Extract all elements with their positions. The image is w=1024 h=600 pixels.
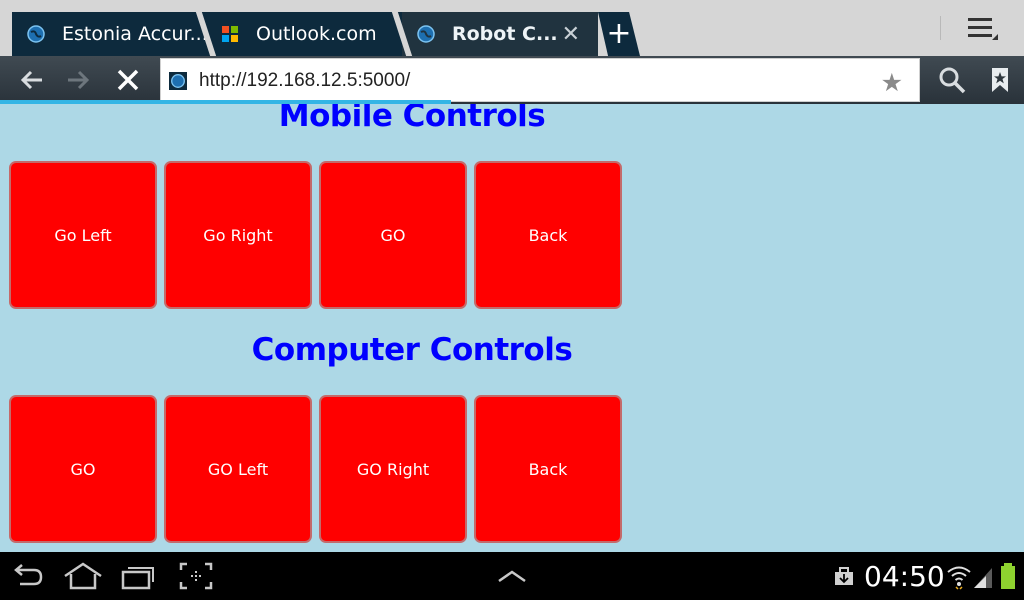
recent-apps-icon[interactable] xyxy=(120,562,158,590)
globe-icon xyxy=(169,72,187,90)
notification-icon[interactable] xyxy=(832,562,856,590)
home-icon[interactable] xyxy=(62,562,104,590)
search-icon[interactable] xyxy=(938,66,966,94)
stop-icon[interactable] xyxy=(114,66,142,94)
screenshot-icon[interactable] xyxy=(178,562,214,590)
tab-label: Outlook.com xyxy=(256,23,377,45)
up-chevron-icon[interactable] xyxy=(496,562,528,590)
tab-estonia[interactable]: Estonia Accur... xyxy=(12,12,208,56)
web-page: Mobile Controls Go Left Go Right GO Back… xyxy=(0,104,1024,552)
overflow-menu-icon[interactable] xyxy=(962,14,998,44)
tab-robot-active[interactable]: Robot C... ✕ xyxy=(402,12,598,56)
computer-go-left-button[interactable]: GO Left xyxy=(164,395,312,543)
computer-go-button[interactable]: GO xyxy=(9,395,157,543)
tab-label: Robot C... xyxy=(452,23,558,45)
star-icon[interactable]: ★ xyxy=(881,68,903,97)
mobile-go-button[interactable]: GO xyxy=(319,161,467,309)
address-bar[interactable]: http://192.168.12.5:5000/ ★ xyxy=(160,58,920,102)
mobile-back-button[interactable]: Back xyxy=(474,161,622,309)
new-tab-button[interactable]: + xyxy=(598,12,640,56)
mobile-go-left-button[interactable]: Go Left xyxy=(9,161,157,309)
forward-arrow-icon[interactable] xyxy=(64,66,92,94)
tab-outlook[interactable]: Outlook.com xyxy=(206,12,404,56)
mobile-controls-heading: Mobile Controls xyxy=(278,104,546,134)
globe-icon xyxy=(417,25,435,43)
wifi-icon xyxy=(947,566,971,590)
system-navigation-bar: 04:50 xyxy=(0,552,1024,600)
url-text[interactable]: http://192.168.12.5:5000/ xyxy=(199,70,410,92)
back-arrow-icon[interactable] xyxy=(18,66,46,94)
computer-back-button[interactable]: Back xyxy=(474,395,622,543)
close-tab-icon[interactable]: ✕ xyxy=(562,22,580,47)
bookmarks-icon[interactable] xyxy=(986,66,1014,94)
battery-icon xyxy=(1001,563,1015,589)
back-icon[interactable] xyxy=(10,562,44,590)
tab-label: Estonia Accur... xyxy=(62,23,208,45)
globe-icon xyxy=(27,25,45,43)
menu-divider xyxy=(940,16,941,40)
windows-logo-icon xyxy=(222,26,238,42)
signal-icon xyxy=(974,568,992,588)
mobile-go-right-button[interactable]: Go Right xyxy=(164,161,312,309)
tab-strip: Estonia Accur... Outlook.com Robot C... … xyxy=(0,0,1024,56)
computer-go-right-button[interactable]: GO Right xyxy=(319,395,467,543)
computer-controls-heading: Computer Controls xyxy=(251,332,573,368)
clock: 04:50 xyxy=(864,560,945,593)
